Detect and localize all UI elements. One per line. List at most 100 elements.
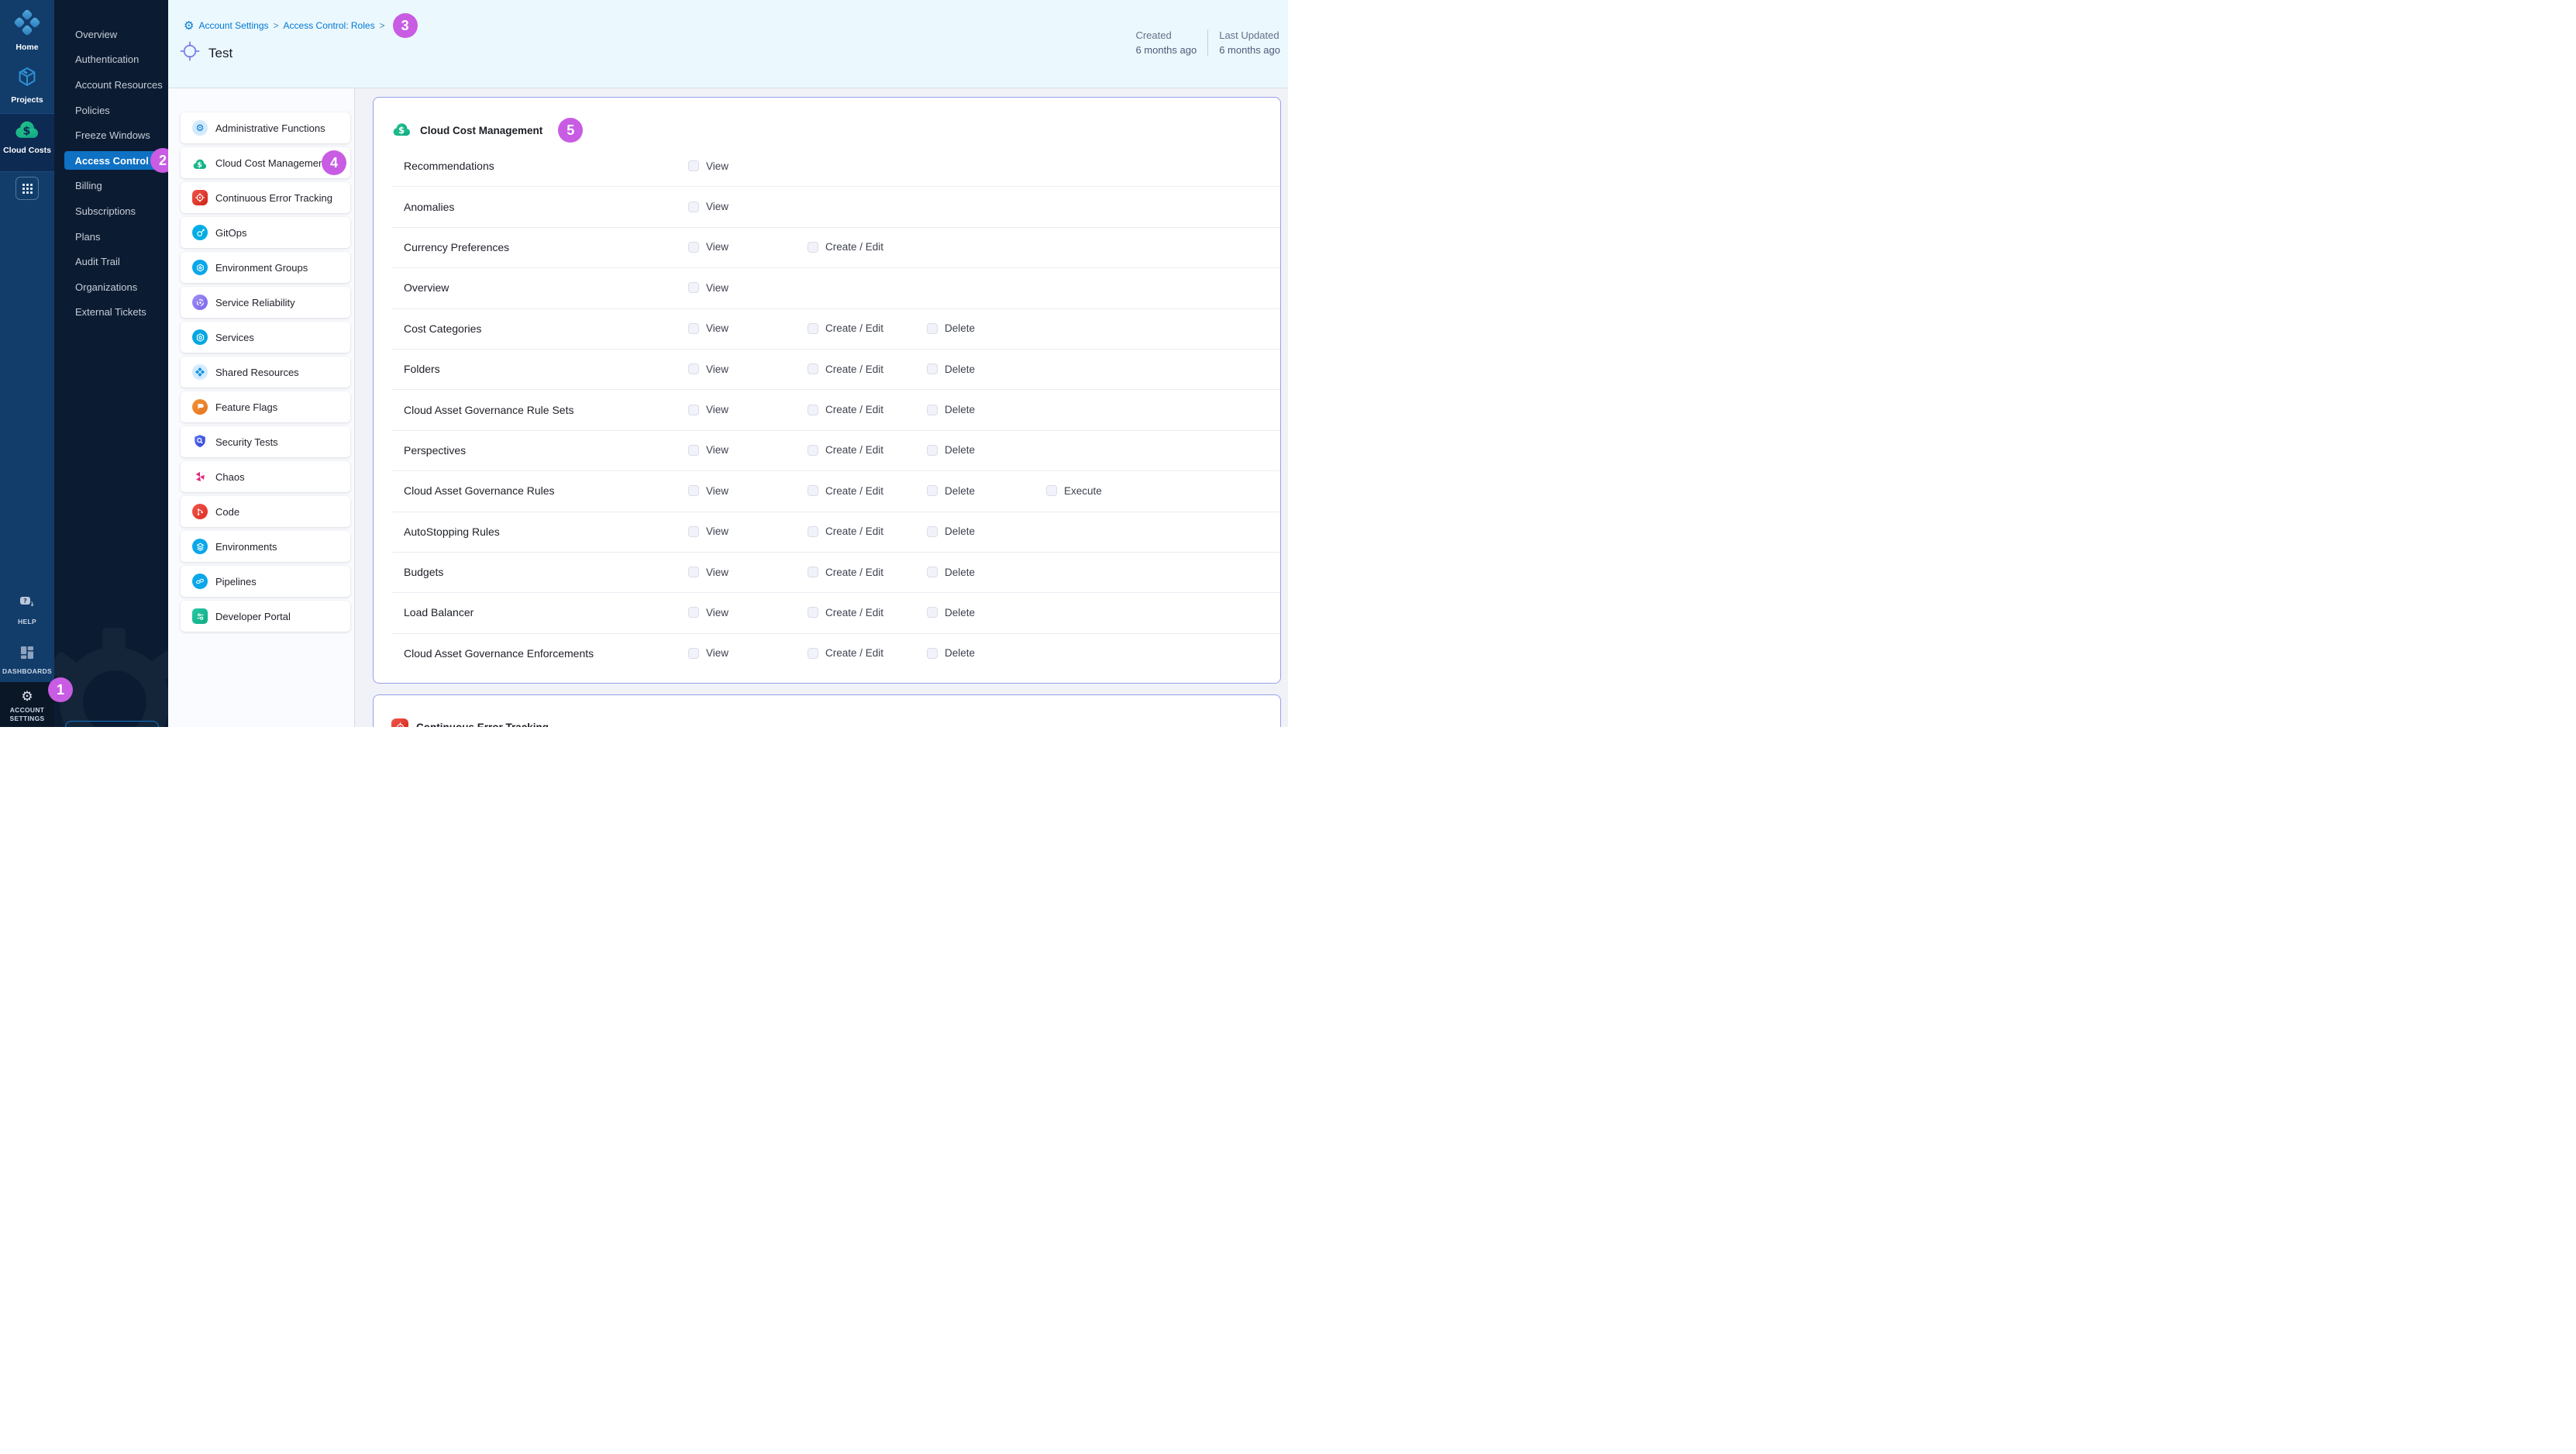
permission-checkbox[interactable] bbox=[688, 567, 699, 577]
nav-account-settings[interactable]: ⚙ ACCOUNTSETTINGS bbox=[0, 690, 54, 722]
permission-checkbox[interactable] bbox=[688, 607, 699, 618]
category-label: Environment Groups bbox=[215, 262, 308, 274]
category-service-reliability[interactable]: Service Reliability bbox=[181, 287, 350, 318]
permission-checkbox[interactable] bbox=[808, 607, 818, 618]
category-feature-flags[interactable]: Feature Flags bbox=[181, 391, 350, 422]
permission-checkbox[interactable] bbox=[927, 405, 938, 415]
permission-checkbox[interactable] bbox=[808, 648, 818, 659]
permission-checkbox[interactable] bbox=[927, 526, 938, 537]
category-administrative-functions[interactable]: ⚙ Administrative Functions bbox=[181, 112, 350, 143]
permission-label: Create / Edit bbox=[825, 444, 883, 456]
sidebar-item-audit-trail[interactable]: Audit Trail bbox=[54, 249, 168, 274]
breadcrumb-separator: > bbox=[380, 20, 385, 31]
category-security-tests[interactable]: Security Tests bbox=[181, 426, 350, 457]
permission-label: View bbox=[706, 647, 728, 659]
category-label: Security Tests bbox=[215, 436, 278, 448]
permission-checkbox[interactable] bbox=[808, 567, 818, 577]
sidebar-item-freeze-windows[interactable]: Freeze Windows bbox=[54, 122, 168, 148]
sidebar-item-account-resources[interactable]: Account Resources bbox=[54, 72, 168, 98]
category-gitops[interactable]: GitOps bbox=[181, 217, 350, 248]
permission-option: Delete bbox=[927, 404, 1046, 415]
permission-option: Create / Edit bbox=[808, 647, 927, 659]
permission-label: Delete bbox=[945, 444, 975, 456]
services-icon bbox=[192, 329, 208, 345]
permission-checkbox[interactable] bbox=[688, 202, 699, 212]
category-cloud-cost-management[interactable]: $ Cloud Cost Management 4 bbox=[181, 147, 350, 178]
breadcrumb-separator: > bbox=[274, 20, 279, 31]
nav-module-projects[interactable]: Projects bbox=[0, 65, 54, 105]
permission-row: Currency Preferences View Create / Edit bbox=[374, 227, 1280, 267]
sidebar-menu: Overview Authentication Account Resource… bbox=[54, 22, 168, 325]
sidebar-item-authentication[interactable]: Authentication bbox=[54, 47, 168, 73]
sidebar-item-organizations[interactable]: Organizations bbox=[54, 274, 168, 300]
nav-help[interactable]: ? HELP bbox=[0, 595, 54, 626]
permission-checkbox[interactable] bbox=[927, 485, 938, 496]
permission-row: Anomalies View bbox=[374, 186, 1280, 226]
module-switcher-button[interactable] bbox=[15, 177, 39, 200]
permission-checkbox[interactable] bbox=[808, 405, 818, 415]
module-label: Cloud Costs bbox=[3, 146, 51, 155]
sidebar-item-plans[interactable]: Plans bbox=[54, 224, 168, 250]
category-services[interactable]: Services bbox=[181, 322, 350, 353]
permission-checkbox[interactable] bbox=[688, 648, 699, 659]
nav-dashboards[interactable]: DASHBOARDS bbox=[0, 645, 54, 676]
permission-checkbox[interactable] bbox=[688, 242, 699, 253]
sidebar-item-external-tickets[interactable]: External Tickets bbox=[54, 300, 168, 326]
permission-checkbox[interactable] bbox=[688, 323, 699, 334]
breadcrumb-account-settings[interactable]: Account Settings bbox=[198, 20, 268, 31]
permission-label: Delete bbox=[945, 567, 975, 578]
permission-checkbox[interactable] bbox=[688, 485, 699, 496]
gear-icon: ⚙ bbox=[184, 20, 194, 32]
svg-text:$: $ bbox=[198, 161, 202, 169]
permission-checkbox[interactable] bbox=[927, 607, 938, 618]
role-title-row: Test bbox=[179, 40, 232, 66]
permission-label: View bbox=[706, 444, 728, 456]
permission-checkbox[interactable] bbox=[927, 648, 938, 659]
harness-account-settings-role-page: Home Projects $ Cloud Costs bbox=[0, 0, 1288, 727]
permission-checkbox[interactable] bbox=[688, 364, 699, 374]
permission-checkbox[interactable] bbox=[688, 445, 699, 456]
category-developer-portal[interactable]: Developer Portal bbox=[181, 601, 350, 632]
permission-checkbox[interactable] bbox=[688, 526, 699, 537]
permission-checkbox[interactable] bbox=[927, 364, 938, 374]
resource-label: AutoStopping Rules bbox=[404, 525, 688, 538]
rail-item-label: DASHBOARDS bbox=[2, 667, 52, 676]
permission-label: Delete bbox=[945, 485, 975, 497]
resource-label: Budgets bbox=[404, 566, 688, 578]
permission-label: Delete bbox=[945, 404, 975, 415]
category-environment-groups[interactable]: Environment Groups bbox=[181, 252, 350, 283]
permission-label: View bbox=[706, 525, 728, 537]
category-chaos[interactable]: Chaos bbox=[181, 461, 350, 492]
permission-checkbox[interactable] bbox=[808, 242, 818, 253]
permission-label: Delete bbox=[945, 322, 975, 334]
sidebar-item-billing[interactable]: Billing bbox=[54, 174, 168, 199]
permission-checkbox[interactable] bbox=[927, 323, 938, 334]
category-pipelines[interactable]: Pipelines bbox=[181, 566, 350, 597]
permission-checkbox[interactable] bbox=[688, 160, 699, 171]
permission-checkbox[interactable] bbox=[688, 282, 699, 293]
permission-checkbox[interactable] bbox=[808, 364, 818, 374]
sidebar-bottom-button[interactable] bbox=[65, 721, 159, 727]
permission-checkbox[interactable] bbox=[808, 445, 818, 456]
permission-checkbox[interactable] bbox=[808, 323, 818, 334]
sidebar-item-policies[interactable]: Policies bbox=[54, 98, 168, 123]
permission-checkbox[interactable] bbox=[927, 567, 938, 577]
nav-module-home[interactable]: Home bbox=[0, 9, 54, 52]
sidebar-item-overview[interactable]: Overview bbox=[54, 22, 168, 47]
permission-checkbox[interactable] bbox=[927, 445, 938, 456]
module-label: Projects bbox=[11, 95, 43, 105]
permission-checkbox[interactable] bbox=[688, 405, 699, 415]
sidebar-item-subscriptions[interactable]: Subscriptions bbox=[54, 198, 168, 224]
category-continuous-error-tracking[interactable]: Continuous Error Tracking bbox=[181, 182, 350, 213]
category-code[interactable]: Code bbox=[181, 496, 350, 527]
sidebar-item-access-control[interactable]: Access Control 2 bbox=[54, 148, 168, 174]
breadcrumb-access-control-roles[interactable]: Access Control: Roles bbox=[284, 20, 375, 31]
permission-checkbox[interactable] bbox=[808, 485, 818, 496]
gear-watermark bbox=[54, 611, 168, 727]
permission-checkbox[interactable] bbox=[808, 526, 818, 537]
category-environments[interactable]: Environments bbox=[181, 531, 350, 562]
category-shared-resources[interactable]: Shared Resources bbox=[181, 357, 350, 388]
environments-icon bbox=[192, 539, 208, 554]
nav-module-cloud-costs[interactable]: $ Cloud Costs bbox=[0, 117, 54, 155]
permission-checkbox[interactable] bbox=[1046, 485, 1057, 496]
